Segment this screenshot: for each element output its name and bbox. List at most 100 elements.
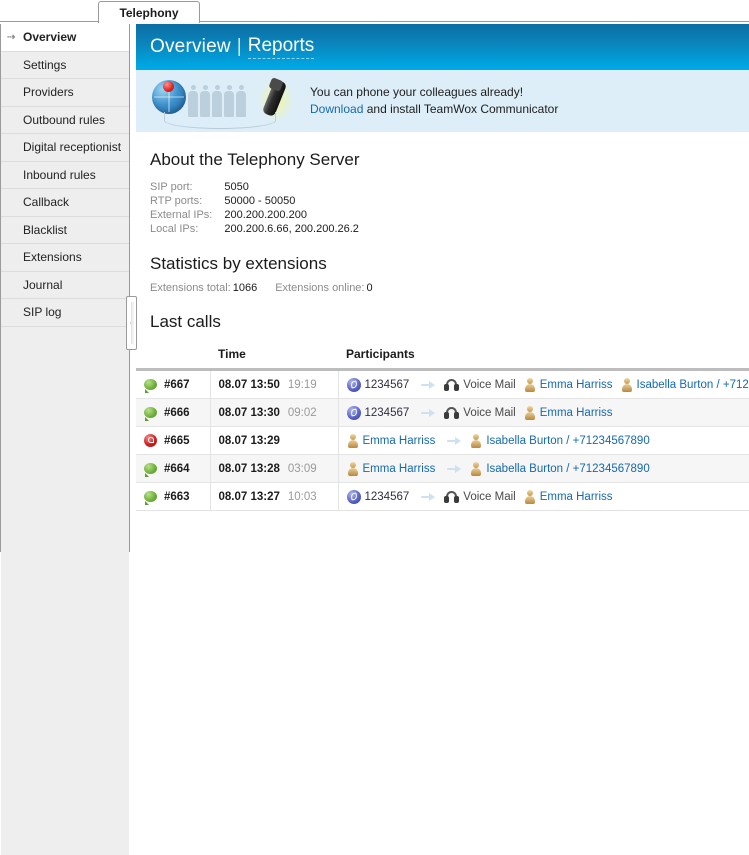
- sidebar-item-overview[interactable]: ⇢ Overview: [1, 24, 129, 52]
- arrow-right-icon: [447, 436, 463, 446]
- sidebar-item-label: Providers: [23, 85, 74, 99]
- call-time-cell: 08.07 13:28 03:09: [210, 454, 339, 483]
- call-participant: Voice Mail: [463, 406, 516, 419]
- table-row[interactable]: #667 08.07 13:50 19:19 1234567 Voice Mail Emm…: [136, 369, 749, 399]
- tab-strip: Telephony: [0, 0, 749, 23]
- table-row[interactable]: #663 08.07 13:27 10:03 1234567 Voice Mail Emm…: [136, 482, 749, 511]
- headset-icon: [444, 378, 460, 391]
- call-source: 1234567: [364, 378, 410, 391]
- call-participant: Voice Mail: [463, 378, 516, 391]
- call-time: 08.07 13:50: [218, 378, 280, 391]
- arrow-right-icon: [447, 464, 463, 474]
- arrow-right-icon: [421, 408, 437, 418]
- sidebar-item-digital-receptionist[interactable]: Digital receptionist: [1, 134, 129, 162]
- call-id: #666: [164, 406, 190, 419]
- sidebar-item-label: Outbound rules: [23, 112, 106, 127]
- table-header-row: Time Participants: [136, 342, 749, 371]
- sidebar-item-label: Callback: [23, 195, 70, 209]
- call-time: 08.07 13:30: [218, 406, 280, 419]
- sidebar-empty-space: [1, 326, 129, 855]
- last-calls-section: Last calls: [136, 312, 749, 332]
- about-key: External IPs:: [150, 209, 213, 221]
- sidebar-item-journal[interactable]: Journal: [1, 272, 129, 299]
- table-row[interactable]: #664 08.07 13:28 03:09 Emma Harriss Isabella…: [136, 454, 749, 483]
- about-key: SIP port:: [150, 181, 193, 193]
- call-answered-icon: [144, 463, 157, 477]
- call-participant[interactable]: Isabella Burton / +71234567890: [486, 435, 649, 447]
- call-time-cell: 08.07 13:29: [210, 426, 339, 455]
- about-row: RTP ports: 50000 - 50050: [150, 194, 359, 208]
- call-source[interactable]: Emma Harriss: [363, 463, 436, 475]
- sidebar-item-label: Inbound rules: [23, 167, 96, 182]
- statistics-section: Statistics by extensions Extensions tota…: [136, 254, 749, 294]
- sidebar-item-providers[interactable]: Providers: [1, 79, 129, 107]
- sidebar-item-label: Extensions: [23, 250, 82, 264]
- download-link[interactable]: Download: [310, 102, 363, 116]
- table-row[interactable]: #665 08.07 13:29 Emma Harriss Isabella Burt…: [136, 426, 749, 455]
- sidebar-item-label: Journal: [23, 277, 63, 292]
- about-value: 200.200.6.66, 200.200.26.2: [224, 223, 359, 235]
- about-key: RTP ports:: [150, 195, 203, 207]
- promo-text: You can phone your colleagues already! D…: [310, 84, 558, 118]
- user-icon: [347, 461, 359, 476]
- call-participant[interactable]: Isabella Burton / +71234567890: [486, 463, 649, 475]
- statistics-line: Extensions total: 1066 Extensions online: 0: [150, 282, 735, 294]
- table-row[interactable]: #666 08.07 13:30 09:02 1234567 Voice Mail Emm…: [136, 398, 749, 427]
- call-id-cell: #665: [136, 426, 211, 455]
- call-time-cell: 08.07 13:50 19:19: [210, 369, 339, 399]
- sidebar-item-blacklist[interactable]: Blacklist: [1, 217, 129, 244]
- about-key: Local IPs:: [150, 223, 199, 235]
- sidebar-item-outbound-rules[interactable]: Outbound rules: [1, 107, 129, 134]
- call-participant[interactable]: Emma Harriss: [540, 491, 613, 503]
- last-calls-table-wrapper: Time Participants #667 08.07 13:50 19:19 12…: [136, 342, 749, 511]
- call-time: 08.07 13:27: [218, 490, 280, 503]
- about-section: About the Telephony Server SIP port: 5050…: [136, 150, 749, 236]
- headset-icon: [444, 406, 460, 419]
- reports-link[interactable]: Reports: [247, 35, 315, 59]
- collapse-handle-rail: [131, 302, 134, 344]
- sidebar-item-extensions[interactable]: Extensions: [1, 244, 129, 272]
- call-id: #663: [164, 490, 190, 503]
- last-calls-title: Last calls: [150, 312, 221, 331]
- sidebar-item-sip-log[interactable]: SIP log: [1, 299, 129, 327]
- call-participant[interactable]: Isabella Burton / +71234567890: [637, 379, 749, 391]
- call-id-cell: #667: [136, 369, 211, 399]
- column-header-participants[interactable]: Participants: [338, 342, 749, 371]
- sidebar-collapse-handle[interactable]: [126, 296, 137, 350]
- promo-line-2: Download and install TeamWox Communicato…: [310, 101, 558, 118]
- call-participants-cell: 1234567 Voice Mail Emma Harriss Isabella Bu…: [338, 369, 749, 399]
- about-value: 5050: [224, 181, 249, 193]
- sidebar-item-inbound-rules[interactable]: Inbound rules: [1, 162, 129, 189]
- promo-banner: You can phone your colleagues already! D…: [136, 70, 749, 132]
- call-duration: 03:09: [287, 462, 317, 475]
- about-row: SIP port: 5050: [150, 180, 359, 194]
- headset-icon: [444, 490, 460, 503]
- call-time-cell: 08.07 13:27 10:03: [210, 482, 339, 511]
- user-icon: [524, 377, 536, 392]
- phone-icon: [346, 489, 361, 504]
- call-id-cell: #663: [136, 482, 211, 511]
- user-icon: [621, 377, 633, 392]
- call-duration: 10:03: [287, 490, 317, 503]
- column-header-id[interactable]: [136, 342, 210, 371]
- page-title-separator: |: [236, 36, 242, 57]
- call-participant: Voice Mail: [463, 490, 516, 503]
- call-id-cell: #664: [136, 454, 211, 483]
- about-row: Local IPs: 200.200.6.66, 200.200.26.2: [150, 222, 359, 236]
- sidebar-item-callback[interactable]: Callback: [1, 189, 129, 217]
- call-source[interactable]: Emma Harriss: [363, 435, 436, 447]
- call-id: #667: [164, 378, 190, 391]
- column-header-time[interactable]: Time: [210, 342, 338, 371]
- call-participant[interactable]: Emma Harriss: [540, 379, 613, 391]
- sidebar-item-settings[interactable]: Settings: [1, 52, 129, 79]
- tab-telephony[interactable]: Telephony: [98, 1, 200, 23]
- user-icon: [470, 461, 482, 476]
- sidebar-item-label: Digital receptionist: [23, 140, 122, 154]
- about-value: 50000 - 50050: [224, 195, 296, 207]
- arrow-right-icon: [421, 492, 437, 502]
- call-participant[interactable]: Emma Harriss: [540, 407, 613, 419]
- call-id: #664: [164, 462, 190, 475]
- arrow-right-icon: [421, 380, 437, 390]
- extensions-total-label: Extensions total:: [150, 282, 231, 294]
- arrow-right-icon: ⇢: [7, 32, 16, 43]
